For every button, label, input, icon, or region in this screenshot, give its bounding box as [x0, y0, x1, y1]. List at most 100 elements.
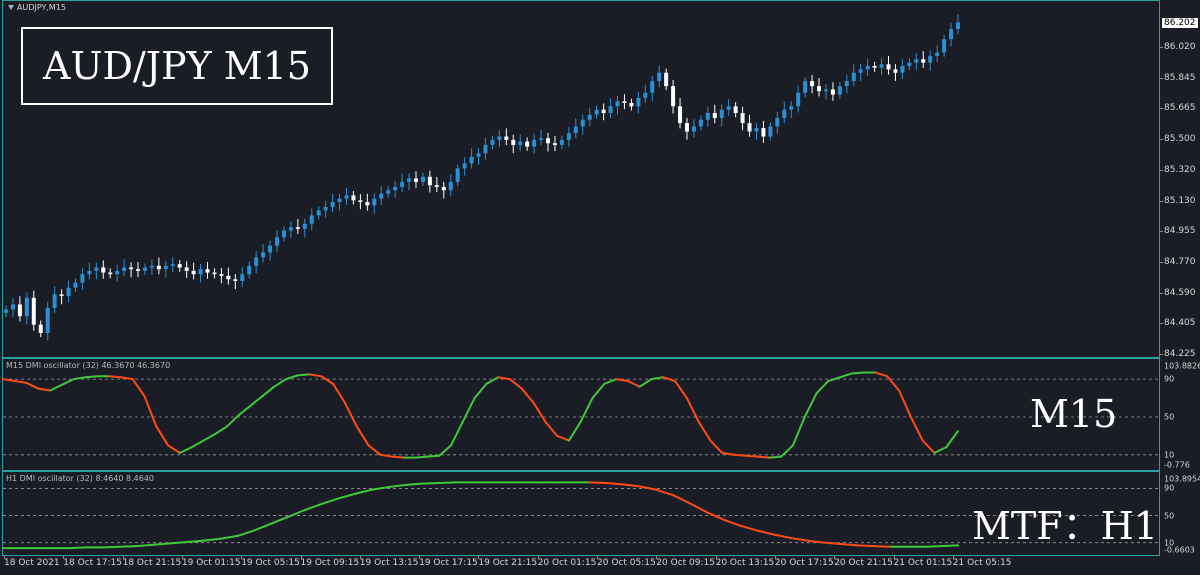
- m15-oscillator-chart[interactable]: [0, 358, 1160, 471]
- oscillator-segment: [178, 446, 193, 454]
- candle: [539, 129, 544, 146]
- oscillator-segment: [414, 455, 429, 459]
- candle: [448, 174, 453, 197]
- candle: [142, 263, 147, 276]
- oscillator-segment: [69, 546, 88, 550]
- candle: [921, 51, 926, 68]
- candle: [129, 262, 134, 278]
- m15-oscillator-panel[interactable]: M15 DMI oscillator (32) 46.3670 46.3670 …: [0, 358, 1200, 471]
- oscillator-segment: [603, 378, 618, 385]
- candle: [956, 14, 960, 35]
- oscillator-segment: [886, 375, 901, 392]
- oscillator-segment: [873, 545, 892, 548]
- candle: [664, 68, 669, 91]
- candle: [115, 264, 120, 282]
- oscillator-axis-label: -0.776: [1164, 460, 1190, 470]
- candle: [275, 230, 280, 252]
- time-axis-label: 20 Oct 05:15: [597, 558, 656, 568]
- candle: [698, 115, 703, 131]
- candle: [851, 64, 856, 87]
- candle: [615, 96, 620, 115]
- oscillator-segment: [705, 511, 725, 521]
- oscillator-segment: [2, 378, 16, 383]
- oscillator-segment: [850, 371, 865, 375]
- candle: [170, 256, 175, 273]
- candle: [865, 58, 870, 76]
- oscillator-segment: [426, 454, 441, 458]
- oscillator-segment: [60, 378, 75, 386]
- price-axis-label: 85.320: [1164, 164, 1196, 175]
- symbol-title[interactable]: AUDJPY,M15: [8, 3, 66, 12]
- candle: [330, 193, 335, 213]
- oscillator-segment: [839, 543, 859, 547]
- oscillator-segment: [261, 385, 276, 398]
- price-chart-panel[interactable]: AUDJPY,M15 AUD/JPY M15 86.202 86.020 85.8…: [0, 0, 1200, 359]
- oscillator-segment: [638, 378, 653, 388]
- oscillator-segment: [803, 392, 818, 418]
- oscillator-segment: [674, 380, 688, 400]
- price-axis-label: 85.845: [1164, 72, 1196, 83]
- candle: [747, 114, 752, 137]
- oscillator-segment: [320, 497, 340, 506]
- oscillator-axis-label: 103.8954: [1164, 474, 1200, 484]
- oscillator-axis-label: -0.6603: [1164, 545, 1195, 555]
- oscillator-axis-label: 90: [1164, 374, 1175, 384]
- candle: [233, 274, 238, 290]
- price-axis[interactable]: 86.202 86.020 85.845 85.665 85.500 85.320 85.…: [1160, 0, 1200, 359]
- candle: [73, 278, 78, 292]
- oscillator-segment: [119, 376, 134, 381]
- oscillator-segment: [214, 425, 229, 435]
- oscillator-segment: [249, 395, 264, 407]
- oscillator-axis-label: 10: [1164, 450, 1175, 460]
- candle: [393, 180, 398, 198]
- time-axis-label: 20 Oct 09:15: [656, 558, 715, 568]
- candle: [504, 128, 509, 146]
- oscillator-segment: [650, 376, 665, 381]
- candle: [302, 218, 307, 238]
- oscillator-segment: [898, 389, 912, 418]
- oscillator-segment: [379, 453, 394, 458]
- candle: [532, 133, 537, 154]
- m15-oscillator-axis[interactable]: 103.8826 90 50 10 -0.776: [1160, 358, 1200, 471]
- price-axis-tick: [1160, 47, 1163, 48]
- candle: [365, 193, 370, 211]
- price-axis-tick: [1160, 200, 1163, 202]
- oscillator-segment: [108, 375, 122, 379]
- oscillator-segment: [270, 515, 289, 525]
- time-axis[interactable]: 18 Oct 2021 18 Oct 17:15 18 Oct 21:15 19 Oc…: [0, 556, 1200, 575]
- candle: [455, 164, 460, 187]
- candle: [712, 104, 717, 124]
- candle: [163, 260, 168, 278]
- candle: [650, 75, 655, 102]
- candle: [247, 261, 252, 279]
- oscillator-segment: [605, 482, 624, 486]
- oscillator-segment: [355, 425, 370, 447]
- time-axis-label: 18 Oct 17:15: [63, 558, 122, 568]
- candle: [608, 98, 613, 119]
- candle: [309, 208, 314, 231]
- oscillator-segment: [789, 536, 809, 542]
- oscillator-segment: [940, 544, 959, 548]
- oscillator-axis-label: 103.8826: [1164, 361, 1200, 371]
- oscillator-segment: [420, 482, 440, 485]
- candle: [198, 263, 203, 283]
- oscillator-segment: [273, 378, 287, 388]
- candle: [136, 261, 141, 278]
- h1-oscillator-axis[interactable]: 103.8954 90 50 10 -0.6603: [1160, 471, 1200, 556]
- candle: [671, 79, 676, 114]
- time-axis-label: 21 Oct 01:15: [893, 558, 953, 568]
- price-axis-label: 85.130: [1164, 195, 1196, 206]
- candle: [212, 268, 217, 279]
- candle: [844, 74, 849, 94]
- oscillator-segment: [236, 529, 256, 537]
- candle: [754, 122, 759, 140]
- candle: [823, 84, 828, 100]
- oscillator-segment: [544, 420, 559, 437]
- current-price-label: 86.202: [1162, 18, 1198, 28]
- oscillator-segment: [370, 486, 390, 491]
- h1-oscillator-panel[interactable]: H1 DMI oscillator (32) 8.4640 8.4640 MTF…: [0, 471, 1200, 556]
- oscillator-segment: [169, 540, 189, 545]
- candle: [226, 267, 231, 285]
- candle: [149, 259, 154, 275]
- candle: [803, 76, 808, 98]
